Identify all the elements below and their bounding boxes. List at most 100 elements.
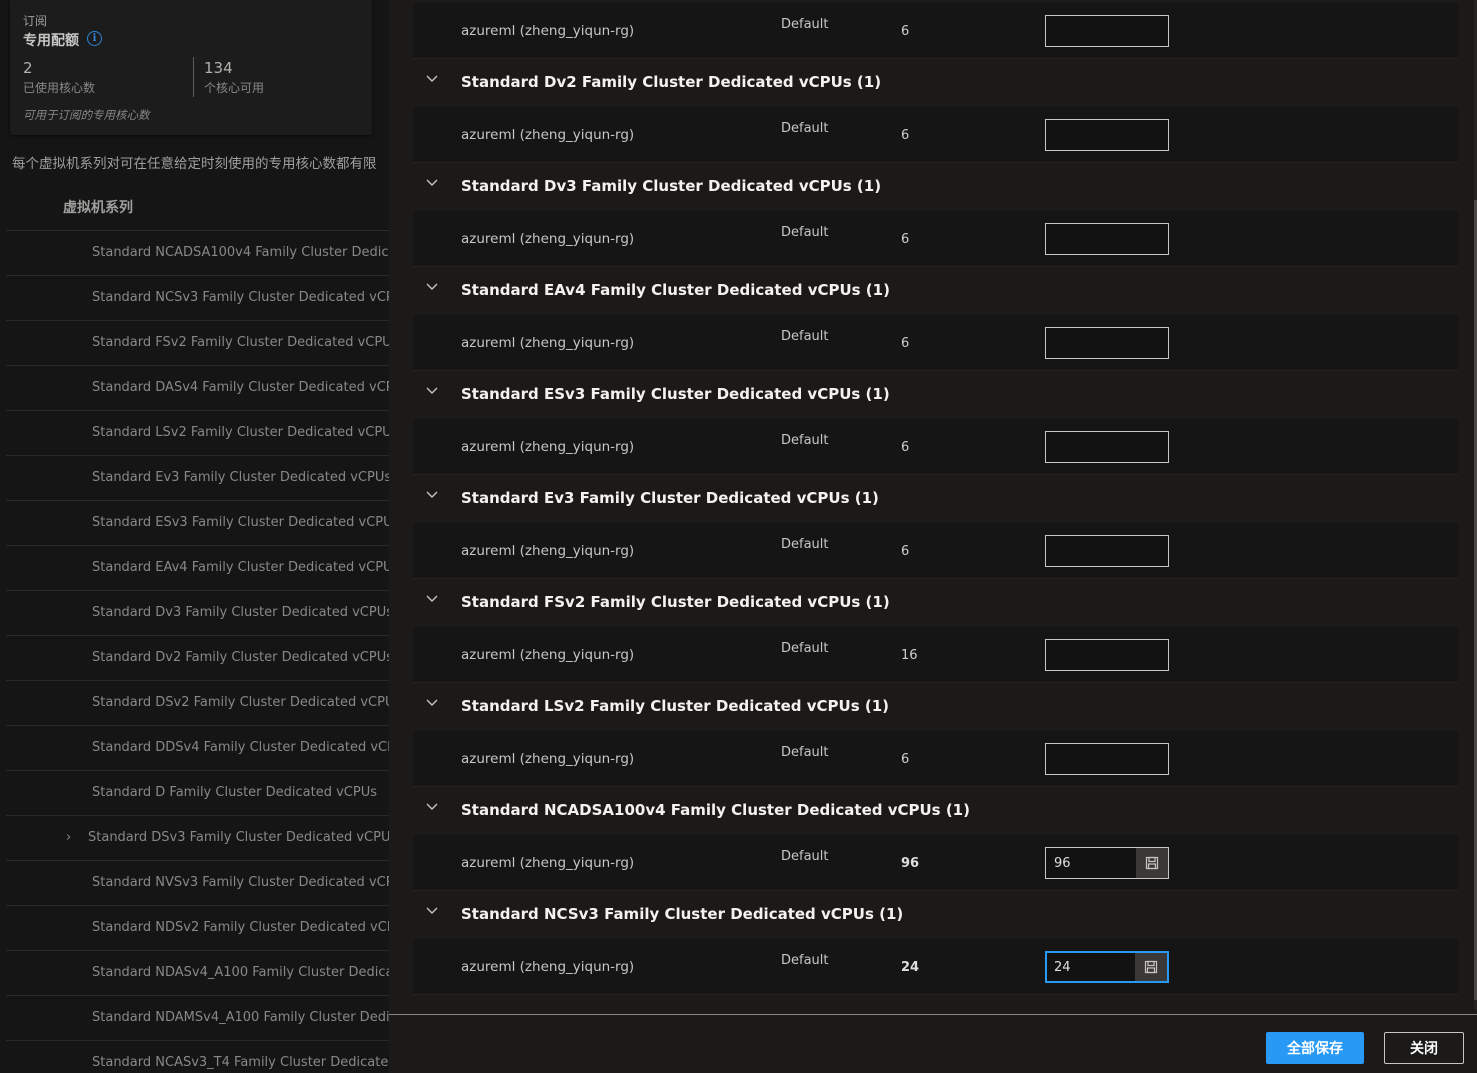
resource-name: azureml (zheng_yiqun-rg) (461, 335, 635, 351)
quota-row: azureml (zheng_yiqun-rg) Default 6 (413, 3, 1458, 59)
quota-group-header[interactable]: Standard Dv2 Family Cluster Dedicated vC… (413, 59, 1458, 107)
new-limit-input[interactable] (1045, 431, 1169, 463)
quota-row: azureml (zheng_yiqun-rg) Default 6 (413, 419, 1458, 475)
chevron-down-icon[interactable] (425, 71, 439, 85)
quota-group-title: Standard Dv2 Family Cluster Dedicated vC… (461, 73, 882, 91)
vm-family-row[interactable]: Standard DSv2 Family Cluster Dedicated v… (6, 681, 390, 726)
vm-family-row[interactable]: Standard NDASv4_A100 Family Cluster Dedi… (6, 951, 390, 996)
used-cores-value: 2 (23, 59, 33, 77)
quota-group-list: azureml (zheng_yiqun-rg) Default 6 Stand… (413, 3, 1458, 995)
vm-family-row[interactable]: Standard Dv2 Family Cluster Dedicated vC… (6, 636, 390, 681)
vm-family-row[interactable]: Standard DASv4 Family Cluster Dedicated … (6, 366, 390, 411)
chevron-down-icon[interactable] (425, 799, 439, 813)
quota-group-header[interactable]: Standard EAv4 Family Cluster Dedicated v… (413, 267, 1458, 315)
quota-row: azureml (zheng_yiqun-rg) Default 24 24 (413, 939, 1458, 995)
vm-family-row[interactable]: Standard NCASv3_T4 Family Cluster Dedica… (6, 1041, 390, 1073)
quota-group-title: Standard ESv3 Family Cluster Dedicated v… (461, 385, 890, 403)
vm-family-label: Standard DDSv4 Family Cluster Dedicated … (92, 740, 390, 755)
chevron-down-icon[interactable] (425, 591, 439, 605)
vm-family-row[interactable]: Standard NCADSA100v4 Family Cluster Dedi… (6, 231, 390, 276)
default-label: Default (781, 121, 829, 136)
quota-group-header[interactable]: Standard Ev3 Family Cluster Dedicated vC… (413, 475, 1458, 523)
chevron-down-icon[interactable] (425, 383, 439, 397)
close-button[interactable]: 关闭 (1384, 1032, 1464, 1064)
resource-name: azureml (zheng_yiqun-rg) (461, 959, 635, 975)
resource-name: azureml (zheng_yiqun-rg) (461, 127, 635, 143)
vm-family-label: Standard ESv3 Family Cluster Dedicated v… (92, 515, 390, 530)
vm-family-label: Standard Dv3 Family Cluster Dedicated vC… (92, 605, 390, 620)
current-limit: 16 (901, 648, 918, 663)
quota-group-header[interactable]: Standard FSv2 Family Cluster Dedicated v… (413, 579, 1458, 627)
new-limit-input[interactable] (1045, 15, 1169, 47)
new-limit-input[interactable] (1045, 639, 1169, 671)
resource-name: azureml (zheng_yiqun-rg) (461, 751, 635, 767)
default-label: Default (781, 329, 829, 344)
current-limit: 6 (901, 440, 910, 455)
new-limit-value: 24 (1054, 960, 1071, 975)
quota-row: azureml (zheng_yiqun-rg) Default 6 (413, 107, 1458, 163)
vm-family-label: Standard Dv2 Family Cluster Dedicated vC… (92, 650, 390, 665)
default-label: Default (781, 849, 829, 864)
vm-family-label: Standard NCSv3 Family Cluster Dedicated … (92, 290, 390, 305)
current-limit: 96 (901, 856, 920, 871)
vm-family-row[interactable]: Standard NCSv3 Family Cluster Dedicated … (6, 276, 390, 321)
vm-family-row[interactable]: Standard Dv3 Family Cluster Dedicated vC… (6, 591, 390, 636)
vm-family-row[interactable]: Standard ESv3 Family Cluster Dedicated v… (6, 501, 390, 546)
subscription-label: 订阅 (23, 14, 48, 28)
chevron-right-icon[interactable]: › (66, 816, 71, 859)
default-label: Default (781, 641, 829, 656)
vm-family-label: Standard NVSv3 Family Cluster Dedicated … (92, 875, 390, 890)
vm-family-column-header[interactable]: 虚拟机系列 (6, 172, 390, 231)
quota-group-header[interactable]: Standard NCADSA100v4 Family Cluster Dedi… (413, 787, 1458, 835)
resource-name: azureml (zheng_yiqun-rg) (461, 231, 635, 247)
save-icon[interactable] (1135, 953, 1167, 981)
quota-groups: Standard Dv2 Family Cluster Dedicated vC… (413, 59, 1458, 995)
resource-name: azureml (zheng_yiqun-rg) (461, 439, 635, 455)
new-limit-input[interactable] (1045, 743, 1169, 775)
quota-card: 订阅 专用配额 i 2 已使用核心数 134 个核心可用 可用于订阅的专用核心数 (10, 0, 372, 135)
vm-family-row[interactable]: Standard D Family Cluster Dedicated vCPU… (6, 771, 390, 816)
available-cores-label: 个核心可用 (204, 81, 265, 95)
chevron-down-icon[interactable] (425, 175, 439, 189)
vm-family-rows: Standard NCADSA100v4 Family Cluster Dedi… (6, 231, 390, 1073)
quota-group-header[interactable]: Standard NCSv3 Family Cluster Dedicated … (413, 891, 1458, 939)
quota-row: azureml (zheng_yiqun-rg) Default 16 (413, 627, 1458, 683)
chevron-down-icon[interactable] (425, 695, 439, 709)
default-label: Default (781, 17, 829, 32)
vm-family-row[interactable]: Standard FSv2 Family Cluster Dedicated v… (6, 321, 390, 366)
vm-family-label: Standard NCASv3_T4 Family Cluster Dedica… (92, 1055, 390, 1070)
chevron-down-icon[interactable] (425, 903, 439, 917)
new-limit-input[interactable] (1045, 327, 1169, 359)
vm-family-row[interactable]: Standard DDSv4 Family Cluster Dedicated … (6, 726, 390, 771)
new-limit-input[interactable]: 96 (1045, 847, 1169, 879)
vm-family-row[interactable]: Standard Ev3 Family Cluster Dedicated vC… (6, 456, 390, 501)
vm-family-label: Standard DASv4 Family Cluster Dedicated … (92, 380, 390, 395)
quota-group-header[interactable]: Standard ESv3 Family Cluster Dedicated v… (413, 371, 1458, 419)
resource-name: azureml (zheng_yiqun-rg) (461, 543, 635, 559)
vm-family-row[interactable]: Standard NDSv2 Family Cluster Dedicated … (6, 906, 390, 951)
quota-group-header[interactable]: Standard Dv3 Family Cluster Dedicated vC… (413, 163, 1458, 211)
chevron-down-icon[interactable] (425, 487, 439, 501)
new-limit-input[interactable] (1045, 119, 1169, 151)
vm-family-label: Standard FSv2 Family Cluster Dedicated v… (92, 335, 390, 350)
chevron-down-icon[interactable] (425, 279, 439, 293)
save-icon[interactable] (1136, 848, 1168, 878)
new-limit-input[interactable] (1045, 223, 1169, 255)
quota-group-header[interactable]: Standard LSv2 Family Cluster Dedicated v… (413, 683, 1458, 731)
quota-group-title: Standard FSv2 Family Cluster Dedicated v… (461, 593, 890, 611)
vm-family-row[interactable]: › Standard DSv3 Family Cluster Dedicated … (6, 816, 390, 861)
new-limit-input[interactable]: 24 (1045, 951, 1169, 983)
quota-group-title: Standard Dv3 Family Cluster Dedicated vC… (461, 177, 882, 195)
vm-family-row[interactable]: Standard NVSv3 Family Cluster Dedicated … (6, 861, 390, 906)
new-limit-input[interactable] (1045, 535, 1169, 567)
vm-family-row[interactable]: Standard NDAMSv4_A100 Family Cluster Ded… (6, 996, 390, 1041)
default-label: Default (781, 225, 829, 240)
resource-name: azureml (zheng_yiqun-rg) (461, 647, 635, 663)
current-limit: 6 (901, 336, 910, 351)
quota-group-title: Standard LSv2 Family Cluster Dedicated v… (461, 697, 889, 715)
info-icon[interactable]: i (87, 31, 102, 46)
save-all-button[interactable]: 全部保存 (1266, 1032, 1364, 1064)
vm-family-row[interactable]: Standard LSv2 Family Cluster Dedicated v… (6, 411, 390, 456)
vm-family-row[interactable]: Standard EAv4 Family Cluster Dedicated v… (6, 546, 390, 591)
vm-family-label: Standard DSv3 Family Cluster Dedicated v… (88, 830, 390, 845)
